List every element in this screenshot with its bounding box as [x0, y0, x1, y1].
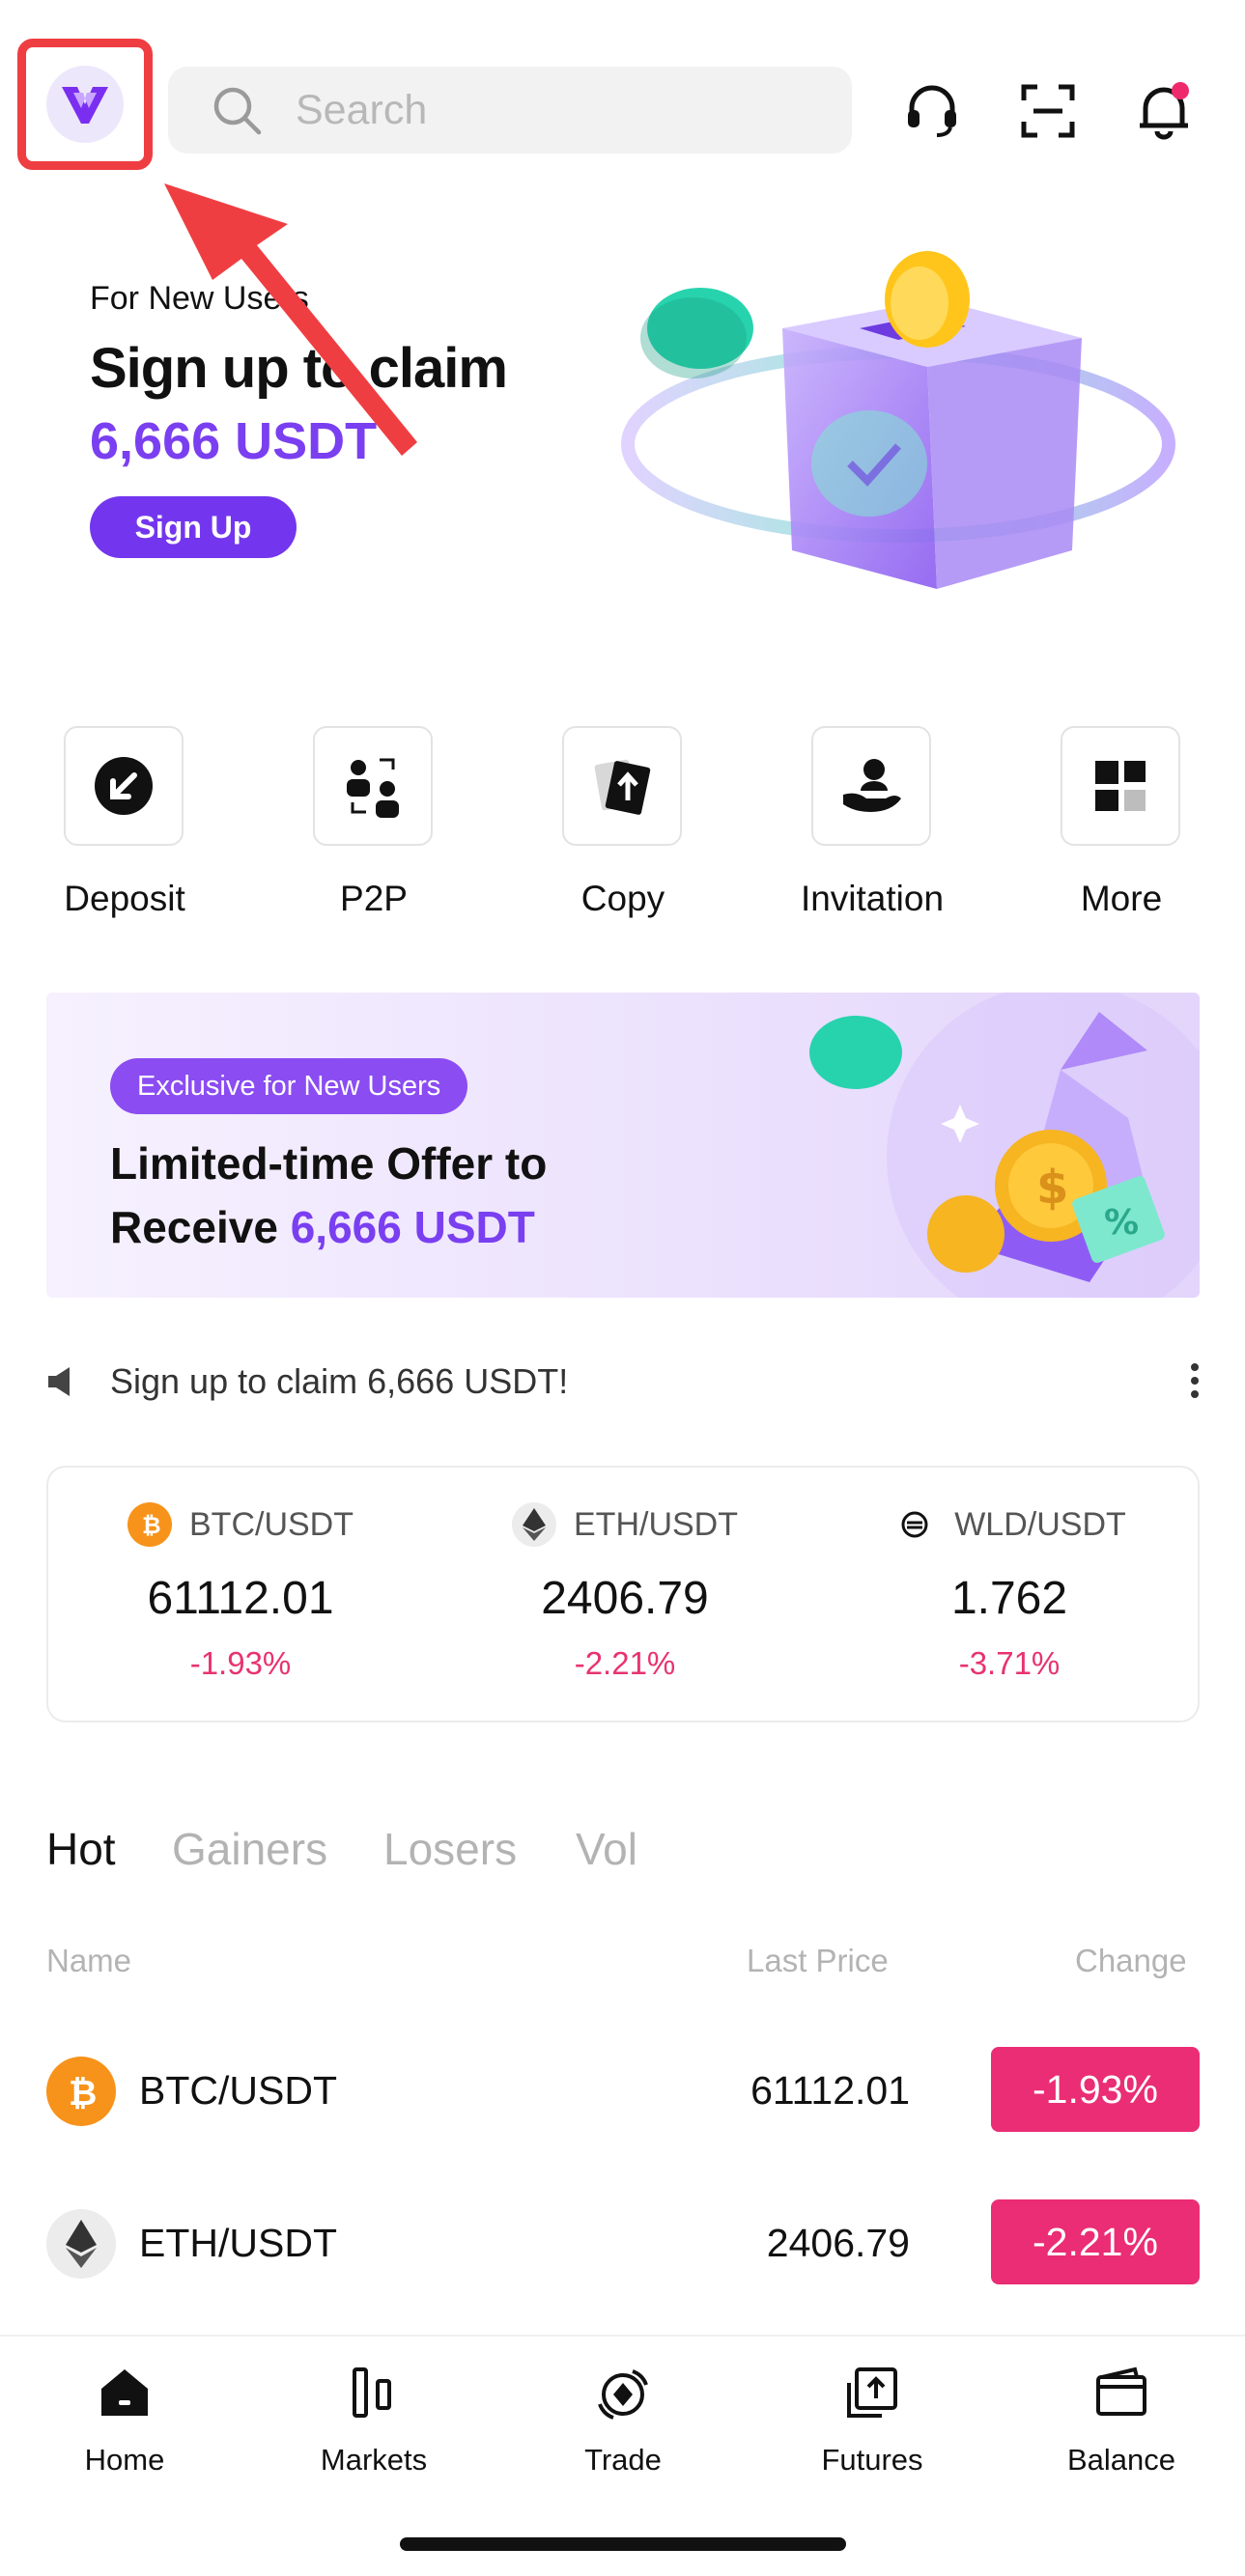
support-headset-icon[interactable] [900, 79, 964, 143]
nav-futures[interactable]: Futures [748, 2364, 997, 2479]
nav-label: Markets [320, 2443, 428, 2477]
shortcut-deposit[interactable]: Deposit [0, 726, 249, 938]
shortcut-more[interactable]: More [997, 726, 1245, 938]
pair-name: BTC/USDT [189, 1505, 354, 1543]
pair-header: ETH/USDT [433, 1502, 817, 1547]
shortcut-label: Copy [580, 879, 665, 918]
annotation-arrow-icon [164, 183, 417, 456]
featured-pairs-card: ₿ BTC/USDT 61112.01 -1.93% ETH/USDT 2406… [46, 1466, 1200, 1722]
pair-price: 2406.79 [541, 1573, 709, 1624]
svg-text:$: $ [1036, 1161, 1068, 1215]
pair-change: -2.21% [574, 1645, 676, 1681]
pair-card-btc[interactable]: ₿ BTC/USDT 61112.01 -1.93% [48, 1468, 433, 1724]
shortcut-label: More [1080, 879, 1163, 918]
nav-label: Home [84, 2443, 165, 2477]
nav-balance[interactable]: Balance [997, 2364, 1245, 2479]
announcement-text[interactable]: Sign up to claim 6,666 USDT! [110, 1361, 568, 1402]
eth-icon [512, 1502, 556, 1547]
pair-price: 1.762 [950, 1573, 1068, 1624]
pair-change: -1.93% [189, 1645, 292, 1681]
tab-gainers[interactable]: Gainers [172, 1823, 327, 1875]
trade-icon [598, 2369, 648, 2420]
pair-name: ETH/USDT [574, 1505, 738, 1543]
column-header-last-price[interactable]: Last Price [747, 1943, 889, 1979]
shortcut-label: P2P [340, 879, 408, 918]
pair-name: WLD/USDT [954, 1505, 1126, 1543]
more-grid-icon [1061, 726, 1180, 846]
home-icon [101, 2369, 148, 2416]
coin-gift-illustration: $ % [809, 993, 1200, 1298]
copy-trade-icon [562, 726, 682, 846]
bell-icon[interactable] [1132, 79, 1196, 143]
table-row[interactable]: ETH/USDT 2406.79 -2.21% [46, 2192, 1200, 2288]
app-logo [46, 66, 124, 143]
invitation-icon [811, 726, 931, 846]
pair-change: -3.71% [958, 1645, 1061, 1681]
promo-amount: 6,666 USDT [290, 1202, 535, 1252]
speaker-icon [48, 1367, 70, 1396]
svg-text:%: % [1104, 1203, 1139, 1243]
pair-price: 61112.01 [147, 1573, 334, 1624]
table-row[interactable]: ₿ BTC/USDT 61112.01 -1.93% [46, 2039, 1200, 2136]
nav-home[interactable]: Home [0, 2364, 249, 2479]
gift-box-illustration [621, 251, 1175, 589]
scan-icon[interactable] [1016, 79, 1080, 143]
sign-up-button[interactable]: Sign Up [90, 496, 297, 558]
logo-button[interactable] [17, 39, 153, 170]
shortcut-p2p[interactable]: P2P [249, 726, 498, 938]
shortcut-copy[interactable]: Copy [498, 726, 748, 938]
futures-icon [847, 2367, 897, 2418]
search-bar[interactable] [168, 67, 852, 154]
promo-banner[interactable]: Exclusive for New Users Limited-time Off… [46, 993, 1200, 1298]
row-pair: BTC/USDT [139, 2068, 337, 2113]
pair-card-wld[interactable]: WLD/USDT 1.762 -3.71% [817, 1468, 1202, 1724]
shortcut-invitation[interactable]: Invitation [748, 726, 997, 938]
search-icon [213, 87, 262, 135]
shortcut-label: Deposit [64, 879, 185, 918]
home-indicator[interactable] [400, 2537, 846, 2551]
nav-trade[interactable]: Trade [498, 2364, 748, 2479]
more-vertical-icon[interactable] [1186, 1361, 1203, 1400]
promo-tag: Exclusive for New Users [110, 1058, 468, 1114]
pair-card-eth[interactable]: ETH/USDT 2406.79 -2.21% [433, 1468, 817, 1724]
nav-markets[interactable]: Markets [249, 2364, 498, 2479]
row-price: 2406.79 [766, 2221, 910, 2265]
column-header-change[interactable]: Change [1075, 1943, 1187, 1979]
deposit-icon [64, 726, 184, 846]
tab-hot[interactable]: Hot [46, 1823, 116, 1875]
nav-label: Balance [1066, 2443, 1176, 2477]
shortcut-label: Invitation [800, 879, 945, 918]
wld-icon [892, 1502, 938, 1547]
row-price: 61112.01 [750, 2068, 910, 2113]
promo-line-2: Receive 6,666 USDT [110, 1201, 535, 1253]
nav-label: Trade [584, 2443, 662, 2477]
svg-text:₿: ₿ [69, 2074, 97, 2113]
promo-line-2-prefix: Receive [110, 1202, 291, 1252]
svg-text:₿: ₿ [142, 1512, 161, 1539]
pair-header: WLD/USDT [817, 1502, 1202, 1547]
column-header-name[interactable]: Name [46, 1943, 131, 1979]
tab-losers[interactable]: Losers [383, 1823, 517, 1875]
promo-line-1: Limited-time Offer to [110, 1138, 548, 1189]
row-change-badge[interactable]: -2.21% [991, 2199, 1200, 2284]
pair-header: ₿ BTC/USDT [48, 1502, 433, 1547]
markets-icon [353, 2367, 391, 2418]
tab-vol[interactable]: Vol [576, 1823, 637, 1875]
btc-icon: ₿ [46, 2057, 116, 2126]
p2p-icon [313, 726, 433, 846]
brand-v-icon [62, 87, 108, 124]
btc-icon: ₿ [127, 1502, 172, 1547]
row-change-badge[interactable]: -1.93% [991, 2047, 1200, 2132]
nav-label: Futures [821, 2443, 923, 2477]
row-pair: ETH/USDT [139, 2221, 337, 2265]
search-input[interactable] [294, 85, 800, 135]
eth-icon [46, 2209, 116, 2279]
wallet-icon [1096, 2366, 1146, 2416]
